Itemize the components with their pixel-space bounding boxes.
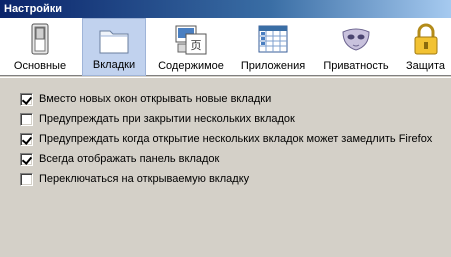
- switch-icon: [31, 23, 49, 55]
- mask-icon: [342, 28, 370, 51]
- option-open-tabs-instead-of-windows[interactable]: Вместо новых окон открывать новые вкладк…: [20, 91, 271, 107]
- pane-label: Основные: [13, 60, 67, 72]
- window-title-bar: Настройки: [0, 0, 451, 18]
- pane-security[interactable]: Защита: [400, 18, 451, 76]
- lock-icon: [414, 23, 437, 55]
- svg-text:页: 页: [191, 39, 202, 52]
- option-label: Всегда отображать панель вкладок: [39, 153, 220, 165]
- pane-content[interactable]: 页 Содержимое: [150, 18, 232, 76]
- checkbox[interactable]: [20, 152, 33, 166]
- window-title: Настройки: [4, 3, 63, 15]
- checkbox[interactable]: [20, 92, 33, 106]
- option-label: Предупреждать при закрытии нескольких вк…: [39, 113, 295, 125]
- option-warn-slowdown[interactable]: Предупреждать когда открытие нескольких …: [20, 131, 432, 147]
- option-always-show-tabbar[interactable]: Всегда отображать панель вкладок: [20, 151, 219, 167]
- checkbox[interactable]: [20, 172, 33, 186]
- option-label: Вместо новых окон открывать новые вкладк…: [39, 93, 272, 105]
- pane-label: Содержимое: [158, 60, 224, 72]
- applications-icon: [258, 25, 288, 53]
- tabs-pane-content: Вместо новых окон открывать новые вкладк…: [0, 77, 451, 257]
- checkbox[interactable]: [20, 112, 33, 126]
- pane-label: Приватность: [323, 60, 389, 72]
- option-label: Предупреждать когда открытие нескольких …: [39, 133, 433, 145]
- pane-label: Приложения: [240, 60, 306, 72]
- folder-tabs-icon: [99, 30, 129, 54]
- option-warn-close-multiple[interactable]: Предупреждать при закрытии нескольких вк…: [20, 111, 295, 127]
- pane-label: Вкладки: [92, 59, 136, 71]
- option-switch-to-new-tab[interactable]: Переключаться на открываемую вкладку: [20, 171, 249, 187]
- option-label: Переключаться на открываемую вкладку: [39, 173, 250, 185]
- preferences-toolbar: Основные Вкладки 页 Содержимое Приложения…: [0, 18, 451, 76]
- checkbox[interactable]: [20, 132, 33, 146]
- content-icon: 页: [175, 25, 207, 55]
- pane-tabs[interactable]: Вкладки: [82, 18, 146, 76]
- pane-privacy[interactable]: Приватность: [314, 18, 398, 76]
- pane-general[interactable]: Основные: [0, 18, 80, 76]
- pane-applications[interactable]: Приложения: [234, 18, 312, 76]
- pane-label: Защита: [406, 60, 445, 72]
